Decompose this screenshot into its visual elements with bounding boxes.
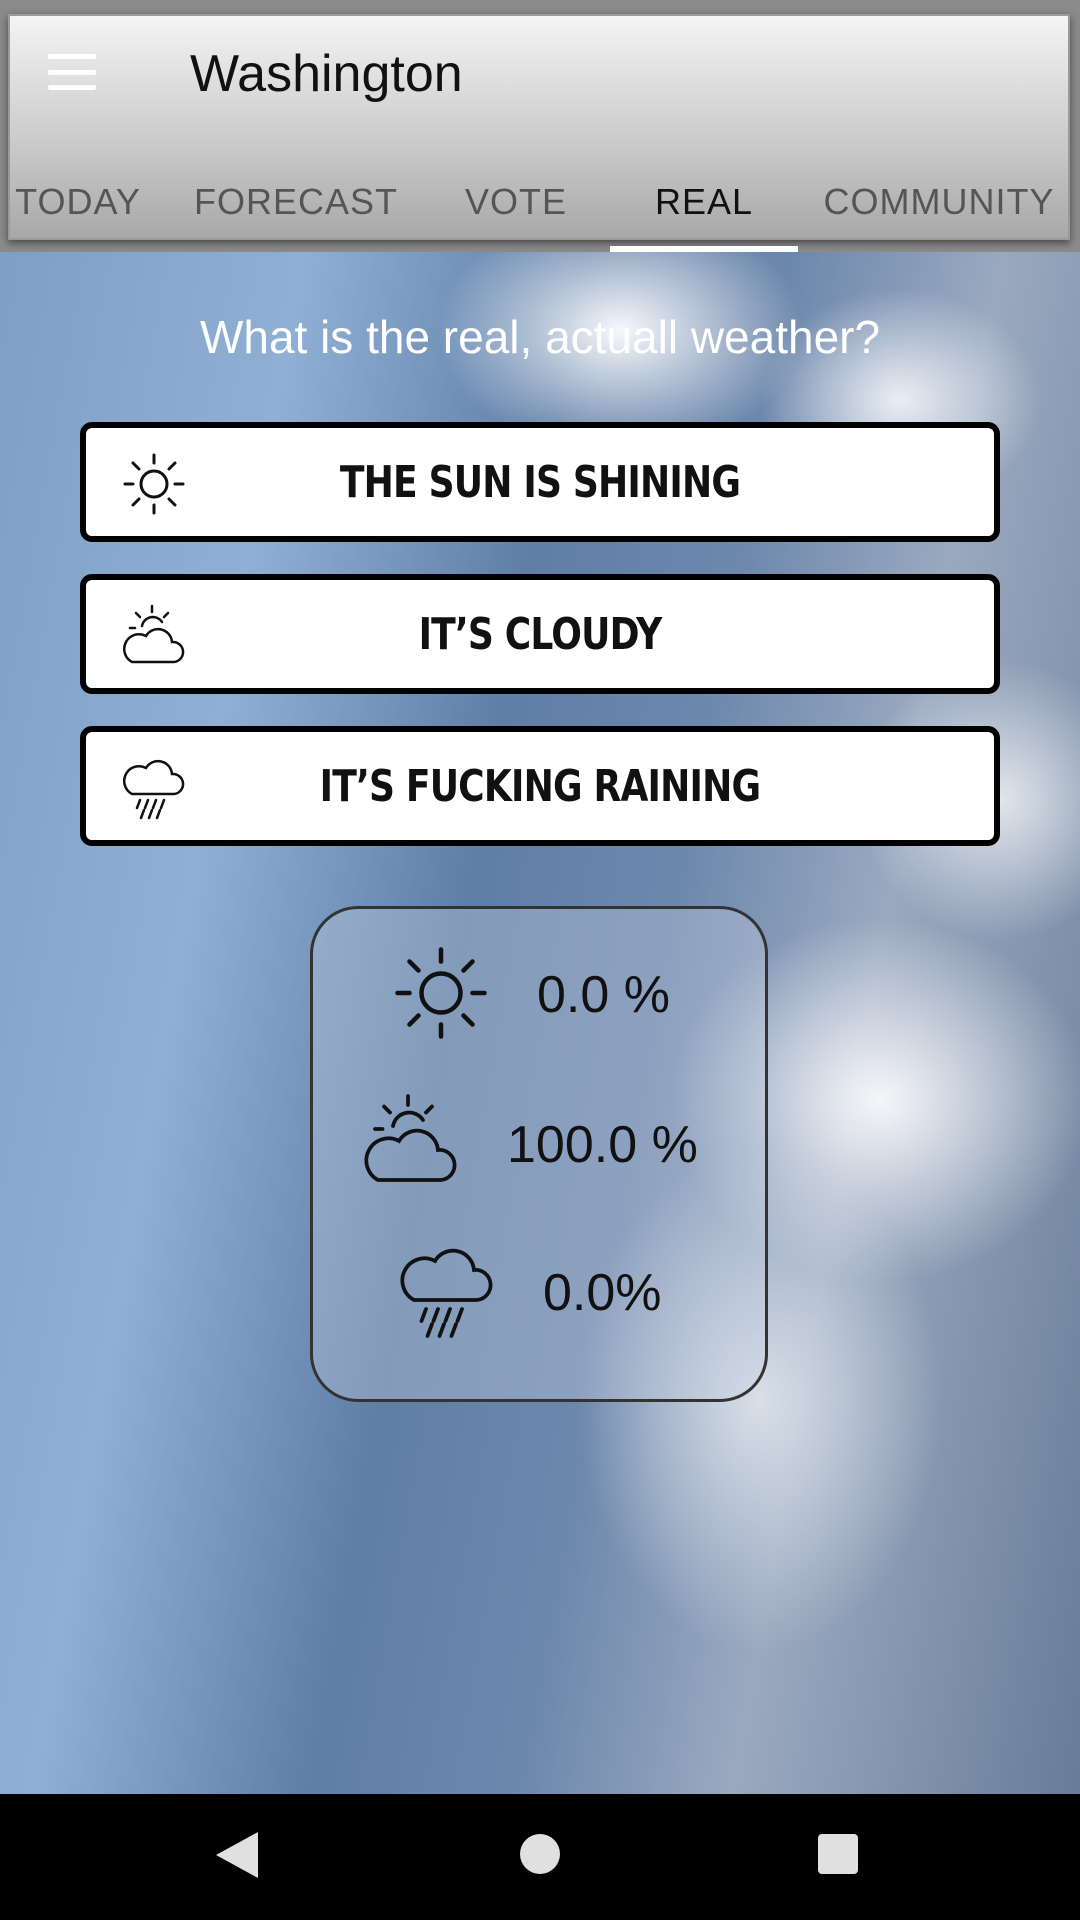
active-tab-indicator bbox=[610, 246, 798, 252]
sun-icon bbox=[395, 947, 487, 1039]
sun-result-row: 0.0 % bbox=[313, 945, 765, 1045]
cloudy-button[interactable]: IT’S CLOUDY bbox=[80, 574, 1000, 694]
sky-background-image bbox=[0, 0, 1080, 1794]
cloudy-result-row: 100.0 % bbox=[313, 1093, 765, 1193]
tab-vote[interactable]: VOTE bbox=[446, 162, 586, 252]
system-navigation-bar bbox=[0, 1794, 1080, 1920]
home-circle-icon[interactable] bbox=[518, 1832, 562, 1876]
sun-percentage: 0.0 % bbox=[537, 966, 670, 1024]
tab-forecast[interactable]: FORECAST bbox=[190, 162, 402, 252]
sun-shining-button[interactable]: THE SUN IS SHINING bbox=[80, 422, 1000, 542]
tab-today[interactable]: TODAY bbox=[0, 162, 156, 252]
page-title: Washington bbox=[190, 45, 463, 103]
tab-bar: TODAY FORECAST VOTE REAL COMMUNITY bbox=[0, 162, 1080, 252]
back-triangle-icon[interactable] bbox=[214, 1830, 260, 1880]
choice-label: IT’S FUCKING RAINING bbox=[319, 760, 761, 812]
rain-percentage: 0.0% bbox=[543, 1264, 662, 1322]
recents-square-icon[interactable] bbox=[816, 1832, 860, 1876]
app-bar: Washington TODAY FORECAST VOTE REAL COMM… bbox=[0, 0, 1080, 252]
question-text: What is the real, actuall weather? bbox=[199, 311, 881, 363]
partly-cloudy-icon bbox=[364, 1094, 457, 1182]
results-panel: 0.0 % 100.0 % 0.0% bbox=[310, 906, 768, 1402]
raining-button[interactable]: IT’S FUCKING RAINING bbox=[80, 726, 1000, 846]
tab-community[interactable]: COMMUNITY bbox=[818, 162, 1060, 252]
tab-real[interactable]: REAL bbox=[610, 162, 798, 252]
rain-result-row: 0.0% bbox=[313, 1243, 765, 1343]
hamburger-menu-icon[interactable] bbox=[36, 46, 108, 98]
choice-label: THE SUN IS SHINING bbox=[339, 456, 741, 508]
choice-label: IT’S CLOUDY bbox=[418, 608, 663, 660]
rain-cloud-icon bbox=[400, 1248, 493, 1338]
cloudy-percentage: 100.0 % bbox=[507, 1116, 698, 1174]
